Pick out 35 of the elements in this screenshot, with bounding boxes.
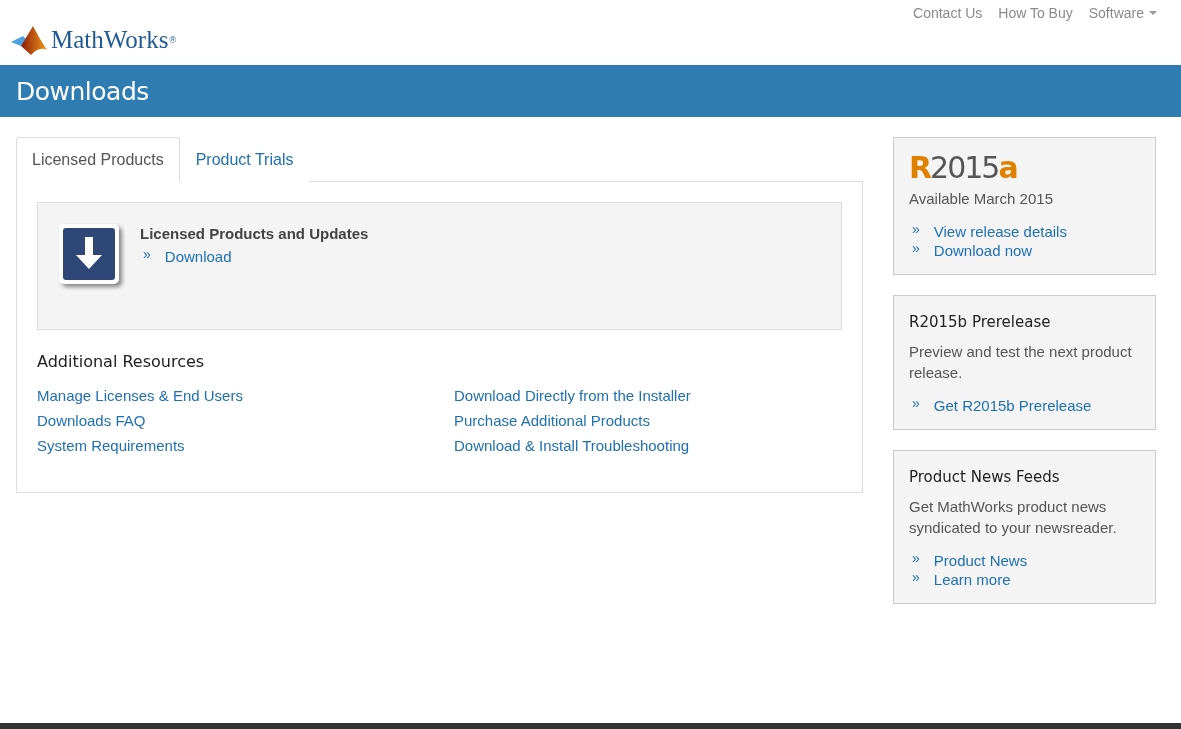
resource-link[interactable]: System Requirements [37,437,185,454]
panel-link[interactable]: Learn more [933,571,1011,588]
resource-link[interactable]: Manage Licenses & End Users [37,387,243,404]
page-title: Downloads [16,76,149,106]
release-logo: R2015a [909,152,1018,184]
chevron-marker: » [912,569,920,585]
chevron-marker: » [912,221,920,237]
download-icon [58,223,122,287]
resource-link[interactable]: Download Directly from the Installer [454,387,691,404]
chevron-marker: » [912,240,920,256]
logo-text[interactable]: MathWorks [51,26,169,54]
chevron-marker: » [143,246,151,262]
registered-mark: ® [169,35,177,45]
nav-link[interactable]: How To Buy [998,5,1073,21]
panel-title: Product News Feeds [909,468,1061,486]
resource-link[interactable]: Downloads FAQ [37,412,146,429]
panel-link[interactable]: View release details [933,223,1067,240]
panel-link[interactable]: Product News [933,552,1028,569]
chevron-marker: » [912,395,920,411]
panel-link[interactable]: Get R2015b Prerelease [933,397,1092,414]
section-title: Additional Resources [37,352,206,371]
resource-link[interactable]: Purchase Additional Products [454,412,650,429]
panel-title: R2015b Prerelease [909,313,1052,331]
membrane-logo-icon [11,24,47,56]
nav-link[interactable]: Software [1088,5,1157,21]
nav-link[interactable]: Contact Us [913,5,983,21]
resource-link[interactable]: Download & Install Troubleshooting [454,437,690,454]
panel-text: Get MathWorks product news syndicated to your newsreader. [909,497,1118,538]
panel-link[interactable]: Download [164,248,232,265]
release-date: Available March 2015 [909,189,1054,209]
panel-text: Preview and test the next product release. [909,342,1133,383]
chevron-marker: » [912,550,920,566]
card-title: Licensed Products and Updates [140,225,369,242]
panel-link[interactable]: Download now [933,242,1033,259]
tab[interactable]: Licensed Products [16,137,180,182]
